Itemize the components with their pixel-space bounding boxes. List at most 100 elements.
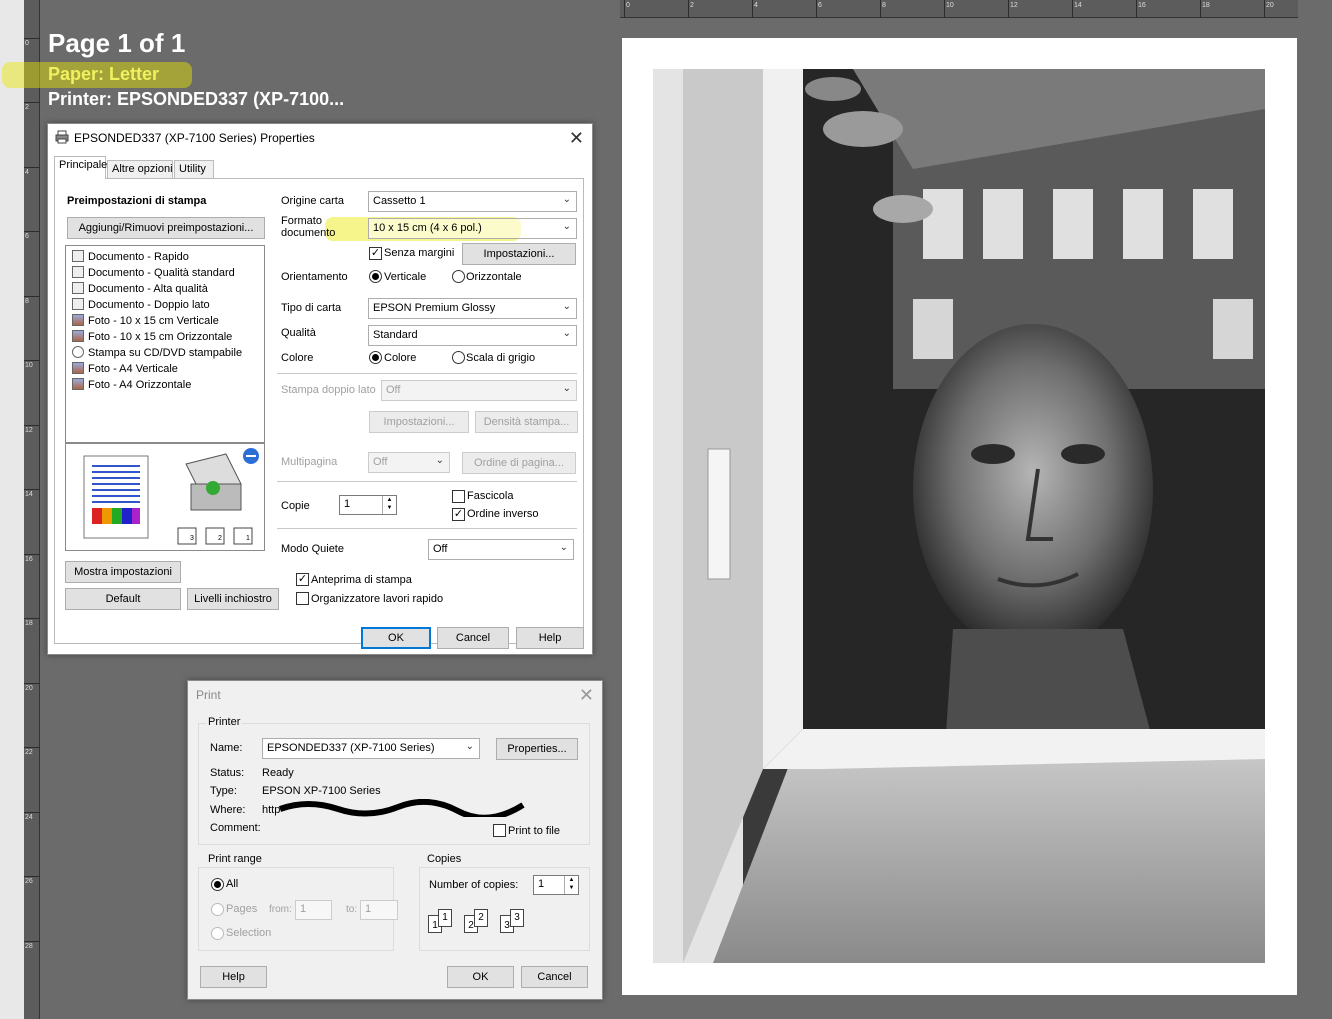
color-label: Colore: [281, 352, 314, 364]
properties-button[interactable]: Properties...: [496, 738, 578, 760]
page-order-button[interactable]: Ordine di pagina...: [462, 452, 576, 474]
ruler-label: 8: [25, 298, 29, 305]
collate-page: 2: [474, 909, 488, 927]
chevron-down-icon: ⌄: [562, 383, 571, 394]
list-item[interactable]: Documento - Alta qualità: [72, 282, 208, 295]
grayscale-radio[interactable]: [452, 351, 465, 364]
landscape-radio[interactable]: [452, 270, 465, 283]
chevron-down-icon: ⌄: [562, 221, 571, 232]
from-input[interactable]: 1: [295, 900, 332, 920]
svg-text:2: 2: [218, 535, 222, 542]
add-remove-presets-button[interactable]: Aggiungi/Rimuovi preimpostazioni...: [67, 217, 265, 239]
borderless-settings-button[interactable]: Impostazioni...: [462, 243, 576, 265]
ok-button[interactable]: OK: [361, 627, 431, 649]
paper-type-select[interactable]: EPSON Premium Glossy ⌄: [368, 298, 577, 319]
grayscale-label: Scala di grigio: [466, 352, 536, 364]
paper-source-label: Origine carta: [281, 195, 344, 207]
to-input[interactable]: 1: [360, 900, 398, 920]
all-label: All: [226, 878, 239, 890]
close-icon[interactable]: ✕: [569, 128, 584, 149]
copies-group-title: Copies: [425, 853, 464, 865]
ruler-label: 20: [25, 685, 33, 692]
list-item[interactable]: Documento - Rapido: [72, 250, 189, 263]
chevron-down-icon: ⌄: [465, 741, 474, 752]
tab-altre-opzioni[interactable]: Altre opzioni: [107, 160, 173, 178]
default-button[interactable]: Default: [65, 588, 181, 610]
print-to-file-checkbox[interactable]: [493, 824, 506, 837]
ruler-label: 2: [25, 104, 29, 111]
landscape-label: Orizzontale: [466, 271, 522, 283]
ruler-label: 28: [25, 943, 33, 950]
ruler-label: 12: [25, 427, 33, 434]
tab-utility[interactable]: Utility: [174, 160, 214, 178]
photo-icon: [72, 362, 84, 374]
where-label: Where:: [210, 804, 246, 816]
paper-source-select[interactable]: Cassetto 1 ⌄: [368, 191, 577, 212]
ruler-label: 18: [1202, 2, 1210, 9]
doc-size-select[interactable]: 10 x 15 cm (4 x 6 pol.) ⌄: [368, 218, 577, 239]
close-icon[interactable]: ✕: [579, 685, 594, 706]
document-icon: [72, 250, 84, 262]
spin-arrows-icon[interactable]: ▲ ▼: [564, 876, 578, 894]
quiet-mode-select[interactable]: Off ⌄: [428, 539, 574, 560]
list-item[interactable]: Foto - A4 Verticale: [72, 362, 178, 375]
multipage-select[interactable]: Off ⌄: [368, 452, 450, 473]
spin-arrows-icon[interactable]: ▲ ▼: [382, 496, 396, 514]
cancel-button[interactable]: Cancel: [437, 627, 509, 649]
ruler-label: 12: [1010, 2, 1018, 9]
duplex-select[interactable]: Off ⌄: [381, 380, 577, 401]
list-item[interactable]: Documento - Doppio lato: [72, 298, 210, 311]
list-item[interactable]: Foto - 10 x 15 cm Orizzontale: [72, 330, 232, 343]
ok-button[interactable]: OK: [447, 966, 514, 988]
document-icon: [72, 266, 84, 278]
ink-levels-button[interactable]: Livelli inchiostro: [187, 588, 279, 610]
window-edge: [0, 0, 24, 1019]
copies-stepper[interactable]: 1 ▲ ▼: [339, 495, 397, 515]
multipage-label: Multipagina: [281, 456, 338, 468]
portrait-radio[interactable]: [369, 270, 382, 283]
show-settings-button[interactable]: Mostra impostazioni: [65, 561, 181, 583]
duplex-settings-button[interactable]: Impostazioni...: [369, 411, 469, 433]
help-button[interactable]: Help: [200, 966, 267, 988]
photo-icon: [72, 378, 84, 390]
svg-text:1: 1: [246, 535, 250, 542]
print-title: Print: [196, 688, 221, 702]
pages-radio[interactable]: [211, 903, 224, 916]
list-item[interactable]: Documento - Qualità standard: [72, 266, 235, 279]
number-of-copies-stepper[interactable]: 1 ▲ ▼: [533, 875, 579, 895]
list-item[interactable]: Stampa su CD/DVD stampabile: [72, 346, 242, 359]
ruler-label: 0: [626, 2, 630, 9]
color-radio[interactable]: [369, 351, 382, 364]
ruler-label: 20: [1266, 2, 1274, 9]
ruler-label: 22: [25, 749, 33, 756]
presets-list[interactable]: Documento - Rapido Documento - Qualità s…: [65, 245, 265, 443]
collate-icon: 1 1 2 2 3 3: [428, 907, 538, 941]
name-label: Name:: [210, 742, 243, 754]
list-item[interactable]: Foto - A4 Orizzontale: [72, 378, 191, 391]
printer-name-select[interactable]: EPSONDED337 (XP-7100 Series) ⌄: [262, 738, 480, 759]
document-icon: [72, 282, 84, 294]
collate-page: 3: [510, 909, 524, 927]
all-radio[interactable]: [211, 878, 224, 891]
collate-checkbox[interactable]: [452, 490, 465, 503]
borderless-checkbox[interactable]: ✓: [369, 247, 382, 260]
help-button[interactable]: Help: [516, 627, 584, 649]
print-preview-canvas: 0 2 4 6 8 10 12 14 16 18 20 22 24 26 28 …: [0, 0, 1332, 1019]
borderless-label: Senza margini: [384, 247, 455, 259]
density-button[interactable]: Densità stampa...: [475, 411, 578, 433]
selection-radio[interactable]: [211, 927, 224, 940]
reverse-order-checkbox[interactable]: ✓: [452, 508, 465, 521]
print-preview-checkbox[interactable]: ✓: [296, 573, 309, 586]
print-preview-graphic: 3 2 1: [65, 443, 265, 551]
tab-principale[interactable]: Principale: [54, 156, 107, 179]
printer-icon: [55, 130, 69, 144]
list-item[interactable]: Foto - 10 x 15 cm Verticale: [72, 314, 219, 327]
job-arranger-checkbox[interactable]: [296, 592, 309, 605]
print-dialog: Print ✕ Printer Name: EPSONDED337 (XP-71…: [187, 680, 603, 1000]
collate-page: 1: [438, 909, 452, 927]
ruler-label: 6: [818, 2, 822, 9]
redaction-scribble: [278, 799, 525, 817]
quality-select[interactable]: Standard ⌄: [368, 325, 577, 346]
chevron-down-icon: ⌄: [562, 194, 571, 205]
cancel-button[interactable]: Cancel: [521, 966, 588, 988]
